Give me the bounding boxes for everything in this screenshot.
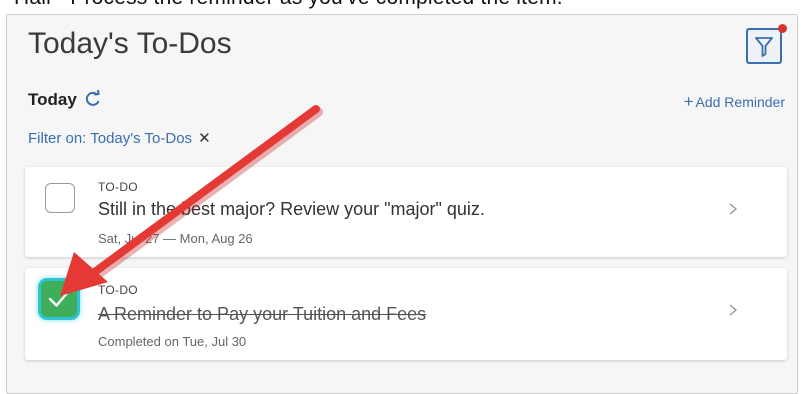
refresh-icon[interactable] [84,90,102,108]
todo-checkbox-checked[interactable] [41,281,77,317]
chevron-right-icon [729,203,738,215]
filter-icon [755,37,773,57]
today-label: Today [28,90,77,109]
todo-type-label: TO-DO [98,180,138,194]
todo-checkbox[interactable] [45,183,75,213]
todo-date-range: Sat, Jul 27 — Mon, Aug 26 [98,231,253,246]
todo-title: A Reminder to Pay your Tuition and Fees [98,304,427,324]
chevron-right-icon [729,304,738,316]
page-title: Today's To-Dos [28,27,232,60]
todo-completed-date: Completed on Tue, Jul 30 [98,334,247,349]
todo-type-label: TO-DO [98,283,138,297]
todo-title: Still in the best major? Review your "ma… [98,199,485,219]
todo-card[interactable]: TO-DO A Reminder to Pay your Tuition and… [25,268,787,360]
close-icon[interactable]: ✕ [198,130,211,147]
filter-chip: Filter on: Today's To-Dos ✕ [28,129,211,147]
todo-card[interactable]: TO-DO Still in the best major? Review yo… [25,167,787,257]
plus-icon: + [683,92,694,111]
top-cut-text: Hall - Process the reminder as you've co… [14,0,563,10]
filter-chip-label: Filter on: Today's To-Dos [28,130,193,147]
checkmark-icon [48,290,70,307]
add-reminder-label: Add Reminder [695,94,786,110]
add-reminder-link[interactable]: + Add Reminder [684,92,785,112]
notification-dot [778,24,787,33]
filter-button[interactable] [746,24,787,64]
